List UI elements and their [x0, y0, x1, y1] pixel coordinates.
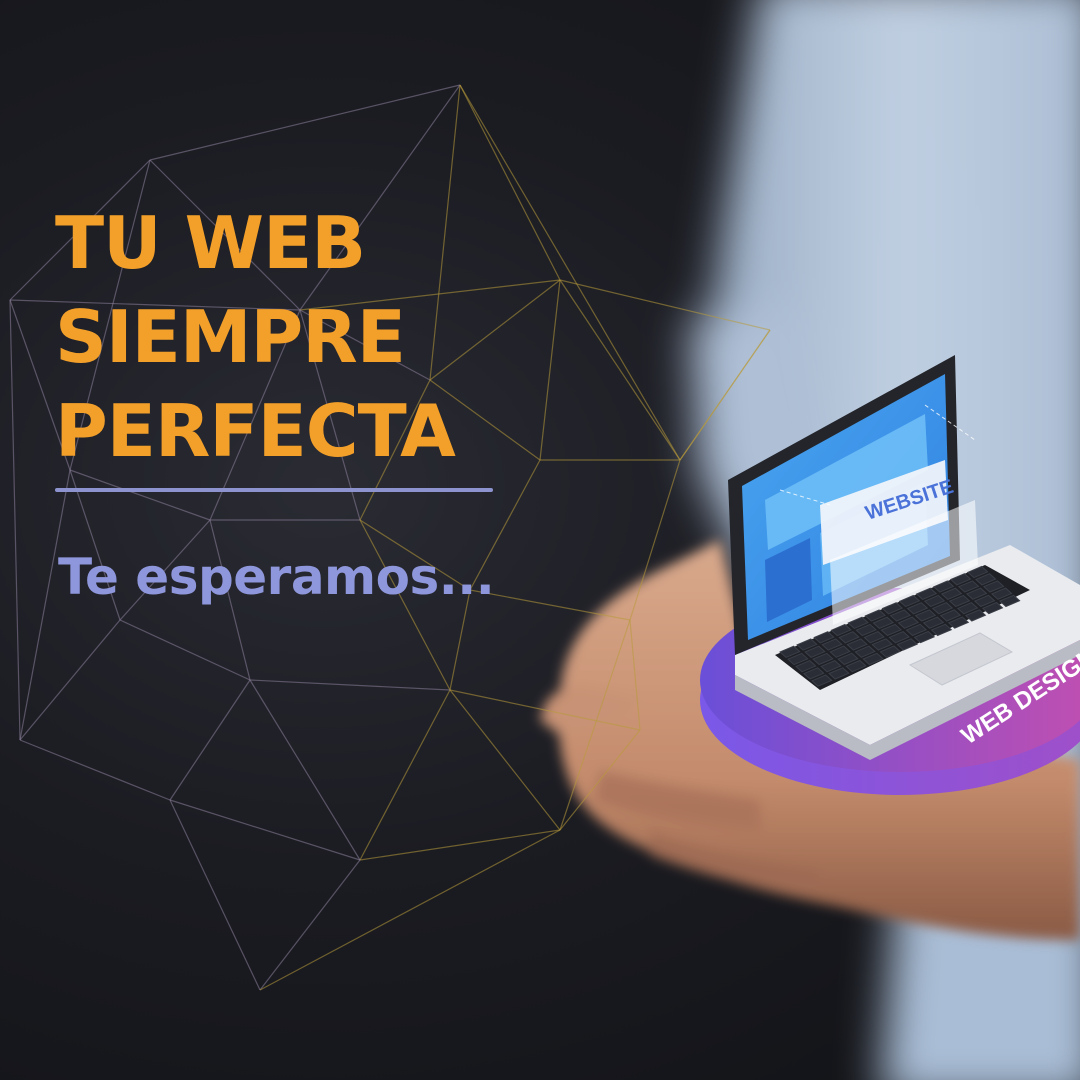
headline-line-2: SIEMPRE [55, 295, 406, 379]
headline-line-3: PERFECTA [55, 389, 456, 473]
divider [55, 488, 493, 492]
tagline: Te esperamos... [58, 548, 495, 606]
laptop-icon: WEBSITE WEB DESIGN [700, 355, 1080, 795]
headline-line-1: TU WEB [55, 201, 366, 285]
promo-banner: WEBSITE WEB DESIGN TU WEB SIEMPRE PERFEC… [0, 0, 1080, 1080]
headline: TU WEB SIEMPRE PERFECTA [55, 196, 456, 478]
